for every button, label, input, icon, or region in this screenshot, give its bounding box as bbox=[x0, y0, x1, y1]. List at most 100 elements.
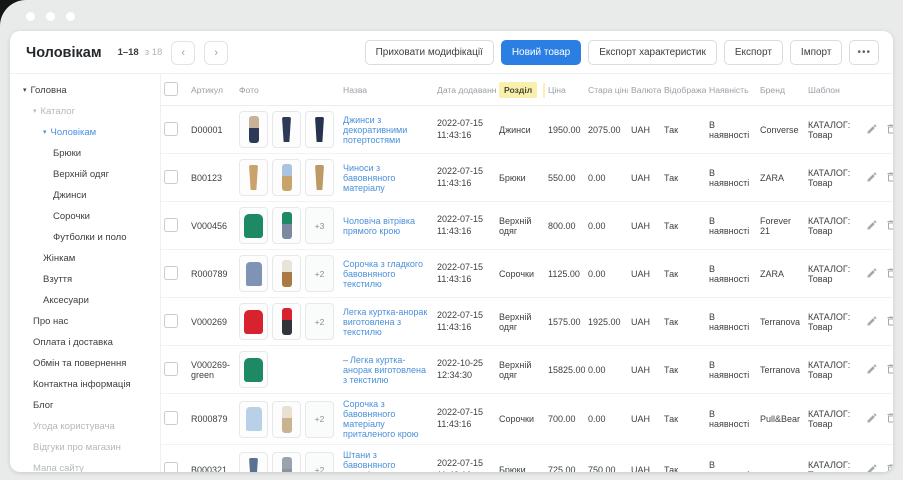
delete-icon[interactable] bbox=[885, 463, 893, 472]
edit-icon[interactable] bbox=[866, 315, 878, 327]
row-select-cell bbox=[161, 249, 188, 298]
delete-icon[interactable] bbox=[885, 267, 893, 279]
currency-cell: UAH bbox=[628, 444, 661, 472]
sidebar-item[interactable]: ▾ Каталог bbox=[10, 101, 160, 122]
product-name-link[interactable]: Чиноси з бавовняного матеріалу bbox=[343, 163, 395, 193]
row-checkbox[interactable] bbox=[164, 265, 178, 280]
product-name-link[interactable]: Чоловіча вітрівка прямого крою bbox=[343, 216, 415, 236]
col-name[interactable]: Назва bbox=[340, 74, 434, 106]
edit-icon[interactable] bbox=[866, 219, 878, 231]
row-checkbox[interactable] bbox=[164, 361, 178, 376]
more-photos-badge[interactable]: +3 bbox=[305, 207, 334, 244]
edit-icon[interactable] bbox=[866, 363, 878, 375]
export-button[interactable]: Експорт bbox=[723, 40, 783, 65]
sidebar-item[interactable]: ▾ Чоловікам bbox=[10, 122, 160, 143]
product-name-link[interactable]: Сорочка з гладкого бавовняного текстилю bbox=[343, 259, 423, 289]
window-dot[interactable] bbox=[66, 12, 75, 21]
more-actions-button[interactable]: ••• bbox=[849, 40, 879, 65]
name-cell: Сорочка з гладкого бавовняного текстилю bbox=[340, 249, 434, 298]
col-price[interactable]: Ціна bbox=[545, 74, 585, 106]
window-dot[interactable] bbox=[46, 12, 55, 21]
sidebar-item[interactable]: Аксесуари bbox=[10, 290, 160, 311]
delete-icon[interactable] bbox=[885, 171, 893, 183]
product-photo[interactable] bbox=[305, 111, 334, 148]
window-dot[interactable] bbox=[26, 12, 35, 21]
delete-icon[interactable] bbox=[885, 219, 893, 231]
sidebar-item[interactable]: Брюки bbox=[10, 143, 160, 164]
sidebar-item[interactable]: ▾ Головна bbox=[10, 80, 160, 101]
row-checkbox[interactable] bbox=[164, 121, 178, 136]
sidebar-item[interactable]: Угода користувача bbox=[10, 416, 160, 437]
display-cell: Так bbox=[661, 444, 706, 472]
row-checkbox[interactable] bbox=[164, 411, 178, 425]
sidebar-item[interactable]: Сорочки bbox=[10, 206, 160, 227]
products-table-wrap: Артикул Фото Назва Дата додавання Розділ… bbox=[161, 74, 893, 472]
product-photo[interactable] bbox=[239, 159, 268, 196]
product-photo[interactable] bbox=[239, 207, 268, 244]
col-article[interactable]: Артикул bbox=[188, 74, 236, 106]
edit-icon[interactable] bbox=[866, 267, 878, 279]
edit-icon[interactable] bbox=[866, 412, 878, 424]
edit-icon[interactable] bbox=[866, 123, 878, 135]
delete-icon[interactable] bbox=[885, 315, 893, 327]
more-photos-badge[interactable]: +2 bbox=[305, 400, 334, 438]
product-photo[interactable] bbox=[239, 451, 268, 472]
sidebar-item[interactable]: Мапа сайту bbox=[10, 458, 160, 472]
row-checkbox[interactable] bbox=[164, 217, 178, 232]
sidebar-item[interactable]: Жінкам bbox=[10, 248, 160, 269]
product-photo[interactable] bbox=[272, 451, 301, 472]
product-name-link[interactable]: Джинси з декоративними потертостями bbox=[343, 115, 407, 145]
delete-icon[interactable] bbox=[885, 123, 893, 135]
product-name-link[interactable]: Штани з бавовняного матеріалу прямого кр… bbox=[343, 450, 421, 472]
sidebar-item[interactable]: Блог bbox=[10, 395, 160, 416]
product-photo[interactable] bbox=[239, 303, 268, 340]
sidebar-item[interactable]: Обмін та повернення bbox=[10, 353, 160, 374]
col-date[interactable]: Дата додавання bbox=[434, 74, 496, 106]
col-old-price[interactable]: Стара ціна bbox=[585, 74, 628, 106]
more-photos-badge[interactable]: +2 bbox=[305, 255, 334, 292]
sidebar-item[interactable]: Взуття bbox=[10, 269, 160, 290]
product-photo[interactable] bbox=[272, 111, 301, 148]
product-photo[interactable] bbox=[272, 207, 301, 244]
new-product-button[interactable]: Новий товар bbox=[500, 40, 582, 65]
product-photo[interactable] bbox=[272, 255, 301, 292]
product-name-link[interactable]: Легка куртка-анорак виготовлена з тексти… bbox=[343, 307, 427, 337]
more-photos-badge[interactable]: +2 bbox=[305, 303, 334, 340]
product-name-link[interactable]: Легка куртка-анорак виготовлена з тексти… bbox=[343, 355, 426, 385]
edit-icon[interactable] bbox=[866, 463, 878, 472]
sidebar-item[interactable]: Про нас bbox=[10, 311, 160, 332]
delete-icon[interactable] bbox=[885, 412, 893, 424]
product-photo[interactable] bbox=[239, 255, 268, 292]
product-photo[interactable] bbox=[272, 159, 301, 196]
hide-modifications-button[interactable]: Приховати модифікації bbox=[364, 40, 494, 65]
sidebar-item[interactable]: Відгуки про магазин bbox=[10, 437, 160, 458]
sidebar-item[interactable]: Верхній одяг bbox=[10, 164, 160, 185]
product-photo[interactable] bbox=[272, 400, 301, 438]
prev-page-button[interactable]: ‹ bbox=[171, 40, 196, 65]
col-section[interactable]: Розділ ⇅ bbox=[496, 74, 545, 106]
sort-icon[interactable]: ⇅ bbox=[543, 83, 545, 98]
delete-icon[interactable] bbox=[885, 363, 893, 375]
row-checkbox[interactable] bbox=[164, 462, 178, 472]
availability-cell: В наявності bbox=[706, 153, 757, 202]
next-page-button[interactable]: › bbox=[204, 40, 229, 65]
sidebar-item[interactable]: Контактна інформація bbox=[10, 374, 160, 395]
product-photo[interactable] bbox=[239, 400, 268, 438]
sidebar-item[interactable]: Джинси bbox=[10, 185, 160, 206]
product-photo[interactable] bbox=[305, 159, 334, 196]
sidebar-item[interactable]: Оплата і доставка bbox=[10, 332, 160, 353]
row-checkbox[interactable] bbox=[164, 313, 178, 328]
select-all-checkbox[interactable] bbox=[164, 82, 178, 96]
product-photo[interactable] bbox=[272, 303, 301, 340]
product-name-link[interactable]: Сорочка з бавовняного матеріалу притален… bbox=[343, 399, 418, 439]
product-photo[interactable] bbox=[239, 111, 268, 148]
sidebar-item[interactable]: Футболки и поло bbox=[10, 227, 160, 248]
export-characteristics-button[interactable]: Експорт характеристик bbox=[588, 40, 717, 65]
product-photo[interactable] bbox=[239, 351, 268, 388]
more-photos-badge[interactable]: +2 bbox=[305, 451, 334, 472]
import-button[interactable]: Імпорт bbox=[789, 40, 843, 65]
window-controls[interactable] bbox=[26, 12, 75, 21]
edit-icon[interactable] bbox=[866, 171, 878, 183]
row-checkbox[interactable] bbox=[164, 169, 178, 184]
col-section-label[interactable]: Розділ bbox=[499, 82, 538, 98]
